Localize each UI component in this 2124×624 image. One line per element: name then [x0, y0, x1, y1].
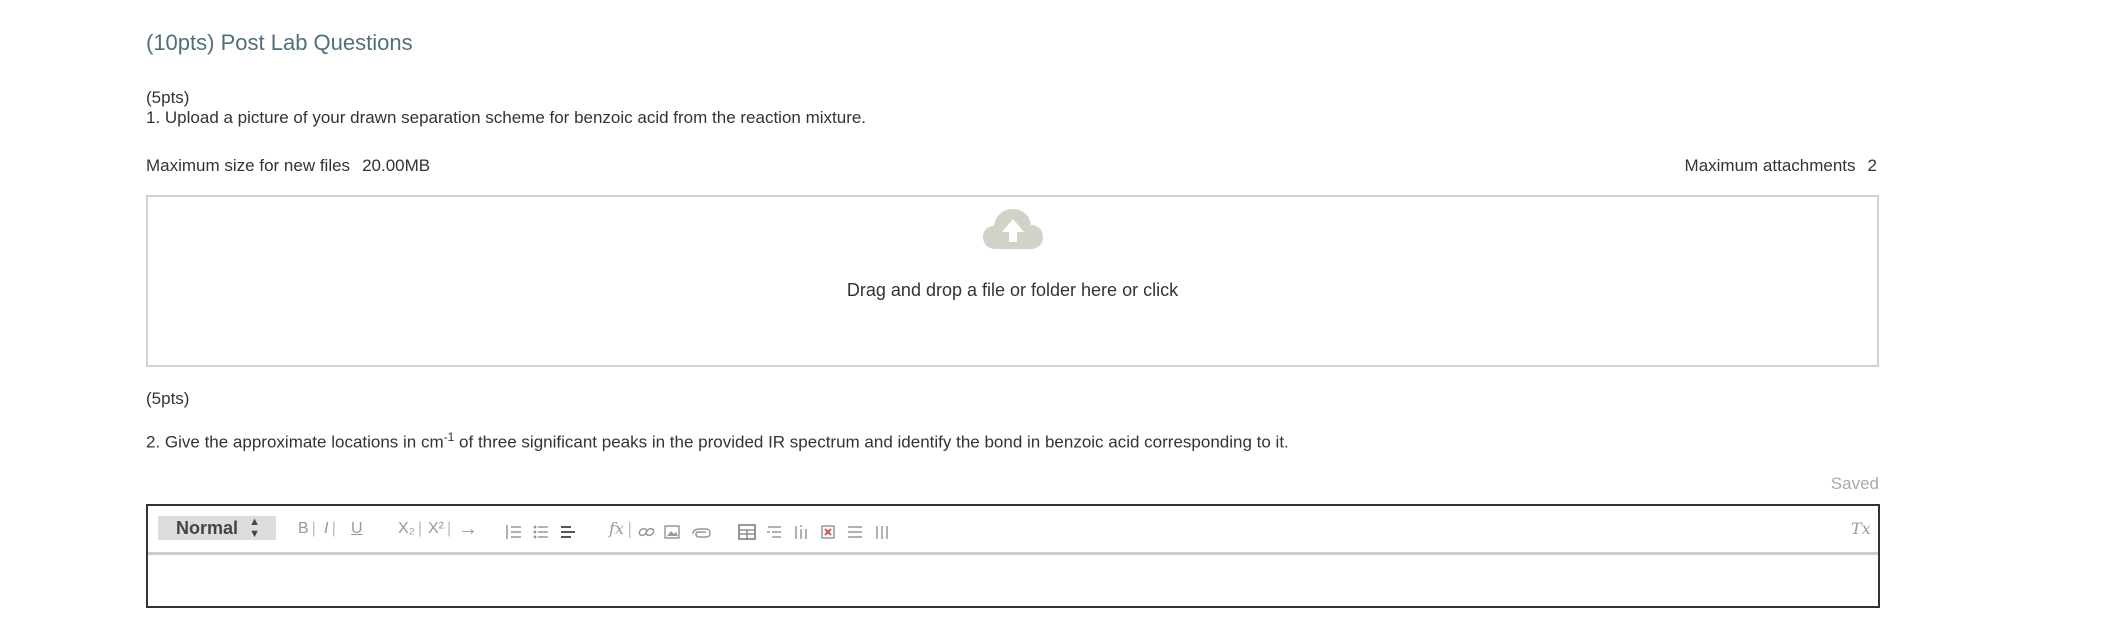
superscript-button[interactable]: X² | — [428, 518, 451, 540]
format-select[interactable]: Normal ▲ ▼ — [158, 516, 276, 540]
italic-button[interactable]: I | — [324, 518, 336, 540]
superscript-label: X² — [428, 520, 444, 537]
underline-button[interactable]: U — [351, 518, 363, 540]
delete-column-icon[interactable] — [874, 521, 890, 543]
clear-format-label: Tx — [1851, 519, 1871, 538]
dropzone-text: Drag and drop a file or folder here or c… — [846, 280, 1179, 300]
insert-column-icon[interactable] — [793, 521, 809, 543]
italic-label: I — [324, 520, 329, 537]
editor-content-area[interactable] — [148, 555, 1878, 606]
subscript-label: X₂ — [398, 520, 415, 537]
clear-format-button[interactable]: Tx — [1851, 518, 1871, 540]
q2-text: 2. Give the approximate locations in cm-… — [146, 430, 1289, 453]
max-attachments-info: Maximum attachments 2 — [1685, 156, 1877, 176]
max-size-value: 20.00MB — [362, 156, 431, 175]
table-icon[interactable] — [738, 521, 756, 543]
attachment-icon[interactable] — [691, 523, 711, 545]
q1-points: (5pts) — [146, 88, 190, 107]
subscript-button[interactable]: X₂ | — [398, 518, 422, 540]
arrow-button[interactable]: → — [458, 518, 478, 540]
file-dropzone[interactable]: Drag and drop a file or folder here or c… — [146, 195, 1879, 367]
arrow-label: → — [458, 518, 478, 540]
insert-row-icon[interactable] — [766, 521, 782, 543]
saved-status: Saved — [1830, 474, 1879, 493]
bold-button[interactable]: B | — [298, 518, 316, 540]
q2-text-superscript: -1 — [443, 430, 455, 444]
cloud-upload-icon — [983, 209, 1043, 249]
formula-label: fx — [609, 519, 624, 538]
image-icon[interactable] — [664, 521, 680, 543]
q2-text-after: of three significant peaks in the provid… — [454, 432, 1289, 452]
link-icon[interactable] — [638, 521, 656, 543]
q1-text: 1. Upload a picture of your drawn separa… — [146, 108, 867, 127]
align-left-icon[interactable] — [560, 521, 576, 543]
ordered-list-icon[interactable] — [506, 521, 522, 543]
delete-table-icon[interactable] — [820, 521, 836, 543]
bold-label: B — [298, 520, 309, 537]
max-size-info: Maximum size for new files 20.00MB — [146, 156, 430, 176]
format-select-value: Normal — [176, 518, 239, 538]
q2-text-before: 2. Give the approximate locations in cm — [146, 432, 444, 452]
formula-button[interactable]: fx | — [609, 518, 632, 540]
q2-points: (5pts) — [146, 389, 190, 408]
max-size-label: Maximum size for new files — [146, 156, 351, 175]
max-attachments-label: Maximum attachments — [1684, 156, 1856, 175]
delete-row-icon[interactable] — [847, 521, 863, 543]
editor-toolbar: Normal ▲ ▼ B | I | U X₂ | X² | → fx | Tx — [148, 506, 1878, 555]
underline-label: U — [351, 520, 363, 537]
section-title: (10pts) Post Lab Questions — [146, 30, 413, 55]
rich-text-editor: Normal ▲ ▼ B | I | U X₂ | X² | → fx | Tx — [146, 504, 1880, 608]
max-attachments-value: 2 — [1867, 156, 1877, 175]
select-arrows-icon: ▲ ▼ — [249, 516, 260, 540]
bullet-list-icon[interactable] — [533, 521, 549, 543]
